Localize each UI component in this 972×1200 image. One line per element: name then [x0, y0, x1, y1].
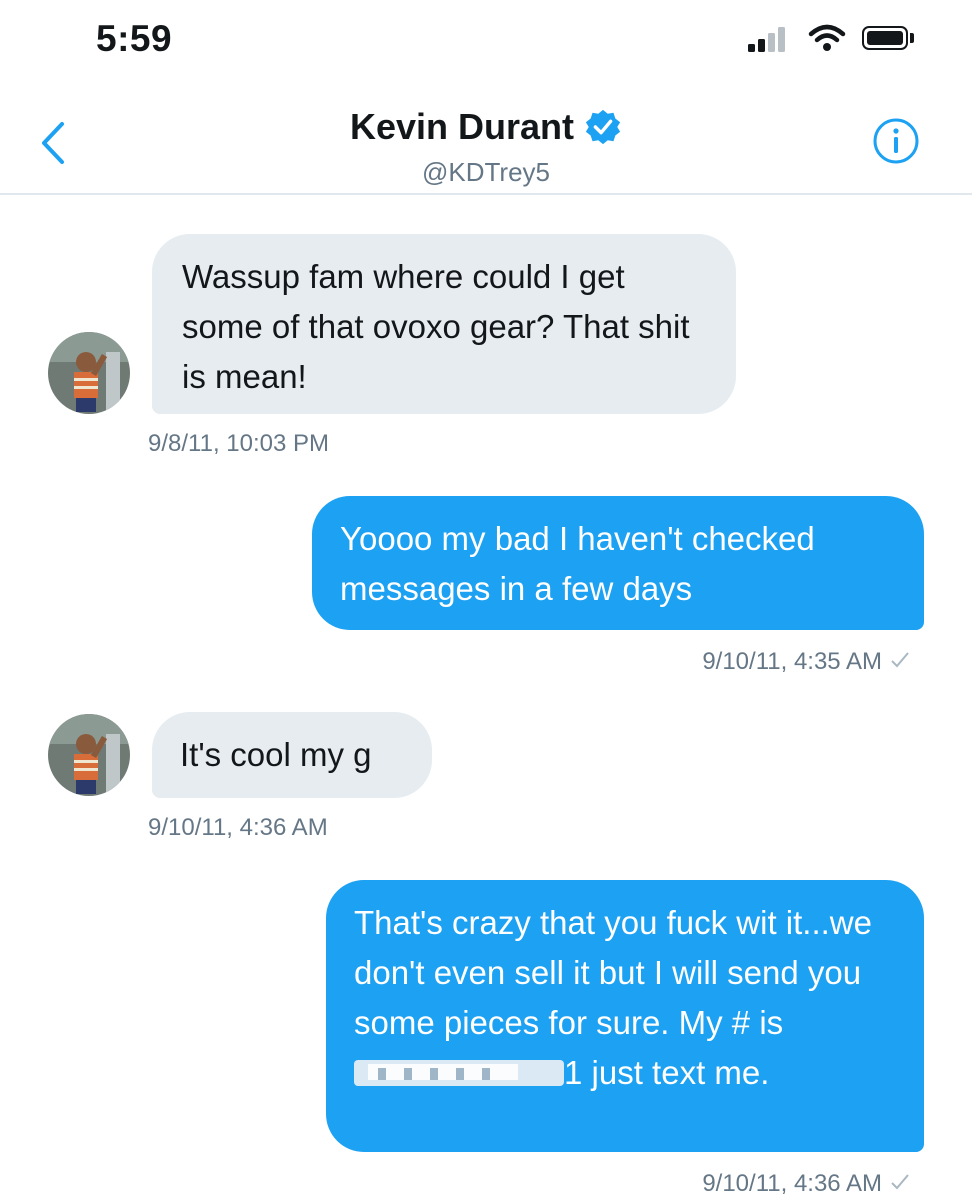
- wifi-icon: [808, 24, 846, 51]
- message-text: Wassup fam where could I get some of tha…: [182, 258, 690, 395]
- verified-badge-icon: [585, 109, 621, 145]
- message-text: It's cool my g: [180, 736, 372, 773]
- message-timestamp: 9/10/11, 4:35 AM: [702, 648, 882, 675]
- contact-name: Kevin Durant: [349, 106, 575, 147]
- read-check-icon: [891, 1174, 909, 1190]
- message-timestamp-row: 9/10/11, 4:35 AM: [702, 648, 910, 676]
- info-icon[interactable]: [872, 117, 920, 165]
- contact-avatar[interactable]: [48, 714, 130, 796]
- header-divider: [0, 193, 972, 195]
- redacted-phone-number: [354, 1054, 564, 1090]
- signal-icon: [748, 26, 790, 52]
- message-text: 1 just text me.: [564, 1054, 770, 1091]
- message-timestamp: 9/10/11, 4:36 AM: [702, 1170, 882, 1197]
- battery-icon: [862, 26, 908, 50]
- message-bubble-outgoing[interactable]: Yoooo my bad I haven't checked messages …: [312, 496, 924, 630]
- contact-avatar[interactable]: [48, 332, 130, 414]
- message-timestamp-row: 9/10/11, 4:36 AM: [702, 1170, 910, 1198]
- message-text: That's crazy that you fuck wit it...we d…: [354, 904, 872, 1041]
- contact-handle: @KDTrey5: [421, 157, 550, 187]
- message-bubble-outgoing[interactable]: That's crazy that you fuck wit it...we d…: [326, 880, 924, 1152]
- message-timestamp: 9/10/11, 4:36 AM: [148, 814, 328, 841]
- status-bar-time: 5:59: [96, 18, 173, 59]
- read-check-icon: [891, 652, 909, 668]
- message-text: Yoooo my bad I haven't checked messages …: [340, 520, 815, 607]
- battery-cap: [910, 33, 914, 43]
- message-bubble-incoming[interactable]: Wassup fam where could I get some of tha…: [152, 234, 736, 414]
- conversation-header[interactable]: Kevin Durant: [0, 106, 972, 148]
- message-timestamp: 9/8/11, 10:03 PM: [148, 430, 330, 457]
- message-bubble-incoming[interactable]: It's cool my g: [152, 712, 432, 798]
